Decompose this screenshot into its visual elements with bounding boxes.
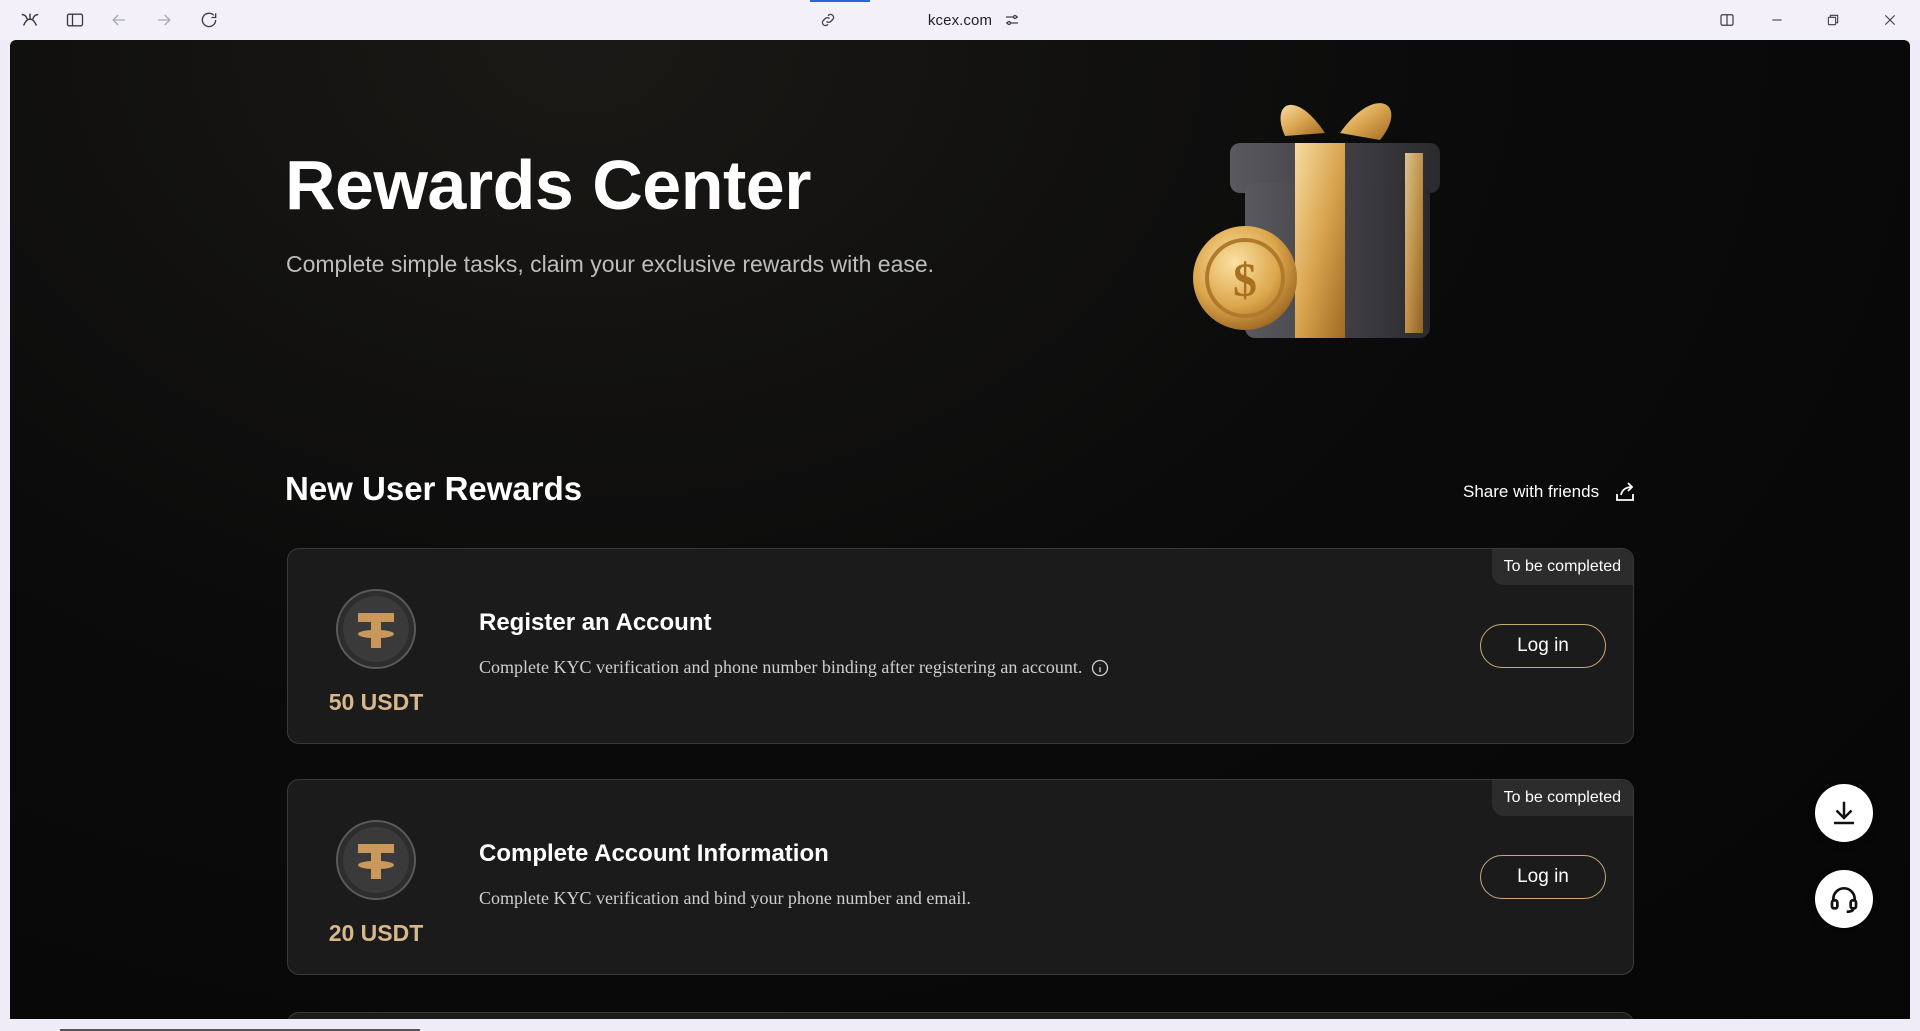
download-icon <box>1834 801 1854 825</box>
task-description: Complete KYC verification and phone numb… <box>479 657 1110 678</box>
reload-icon[interactable] <box>194 5 224 35</box>
task-title: Complete Account Information <box>479 840 829 867</box>
close-icon[interactable] <box>1875 5 1905 35</box>
task-title: Register an Account <box>479 609 712 636</box>
usdt-coin-icon <box>336 820 416 900</box>
browser-toolbar: kcex.com <box>0 0 1920 40</box>
browser-logo-icon[interactable] <box>15 5 45 35</box>
reward-amount: 50 USDT <box>328 689 424 715</box>
page-viewport: Rewards Center Complete simple tasks, cl… <box>10 40 1910 1019</box>
split-view-icon[interactable] <box>1712 5 1742 35</box>
address-url: kcex.com <box>927 11 993 29</box>
page-subtitle: Complete simple tasks, claim your exclus… <box>286 251 935 277</box>
page-title: Rewards Center <box>285 146 811 224</box>
gift-box-illustration: $ <box>1193 103 1440 338</box>
minimize-icon[interactable] <box>1762 5 1792 35</box>
sidebar-toggle-icon[interactable] <box>60 5 90 35</box>
info-icon[interactable] <box>1090 658 1110 678</box>
address-bar[interactable]: kcex.com <box>805 0 1115 40</box>
headset-icon <box>1830 887 1858 913</box>
share-with-friends-link[interactable]: Share with friends <box>1463 476 1637 508</box>
restore-icon[interactable] <box>1818 5 1848 35</box>
usdt-coin-icon <box>336 589 416 669</box>
share-icon <box>1616 482 1634 501</box>
log-in-button[interactable]: Log in <box>1480 624 1606 668</box>
reward-amount: 20 USDT <box>328 920 424 946</box>
task-card: To be completed 20 USDT Complete Account… <box>287 779 1634 975</box>
customer-support-button[interactable] <box>1815 870 1873 928</box>
share-label: Share with friends <box>1463 482 1600 501</box>
status-badge: To be completed <box>1491 549 1633 585</box>
svg-text:$: $ <box>1233 254 1257 307</box>
task-description-text: Complete KYC verification and phone numb… <box>479 657 1083 677</box>
download-app-button[interactable] <box>1815 784 1873 842</box>
task-card-partial <box>287 1012 1634 1019</box>
task-card: To be completed 50 USDT Register an Acco… <box>287 548 1634 744</box>
task-description-text: Complete KYC verification and bind your … <box>479 888 971 908</box>
status-badge: To be completed <box>1491 780 1633 816</box>
section-title: New User Rewards <box>285 470 583 507</box>
back-icon[interactable] <box>104 5 134 35</box>
forward-icon[interactable] <box>149 5 179 35</box>
site-settings-icon[interactable] <box>1001 9 1023 31</box>
log-in-button[interactable]: Log in <box>1480 855 1606 899</box>
task-description: Complete KYC verification and bind your … <box>479 888 971 909</box>
